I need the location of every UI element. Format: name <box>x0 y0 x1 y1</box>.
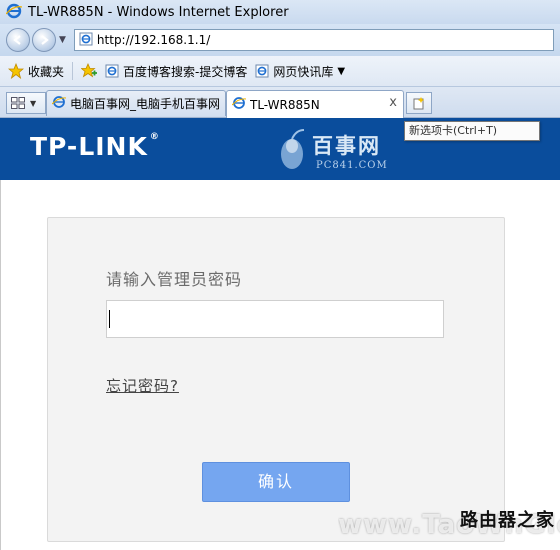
tplink-logo: TP-LINK ® <box>30 132 160 161</box>
quick-tabs-grid-icon <box>11 97 25 109</box>
favorites-bar: 收藏夹 百度博客搜索-提交博客 网页快讯库 ▼ <box>0 56 560 87</box>
pc841-watermark: 百事网 PC841.COM <box>272 126 387 177</box>
forward-button[interactable] <box>32 28 56 52</box>
quick-tabs-button[interactable]: ▼ <box>6 92 46 114</box>
logo-text: TP-LINK <box>30 132 148 161</box>
favorites-label: 收藏夹 <box>28 64 65 79</box>
tab-list-dropdown-icon[interactable]: ▼ <box>30 99 36 108</box>
page-content: 请输入管理员密码 忘记密码? 确认 <box>0 180 560 550</box>
watermark-en: PC841.COM <box>316 160 388 171</box>
favorite-link-label: 百度博客搜索-提交博客 <box>123 64 248 79</box>
back-button[interactable] <box>6 28 30 52</box>
address-toolbar: ▼ <box>0 24 560 56</box>
address-field[interactable] <box>73 29 554 51</box>
window-titlebar: TL-WR885N - Windows Internet Explorer <box>0 0 560 24</box>
forgot-password-link[interactable]: 忘记密码? <box>106 375 179 396</box>
back-arrow-icon <box>13 35 21 45</box>
mouse-mascot-icon <box>281 129 305 169</box>
password-field[interactable] <box>106 300 459 338</box>
login-panel: 请输入管理员密码 忘记密码? 确认 <box>47 217 505 542</box>
url-input[interactable] <box>96 33 497 47</box>
favorite-link-baidu-blog[interactable]: 百度博客搜索-提交博客 <box>105 63 247 80</box>
tab-label: TL-WR885N <box>250 97 320 112</box>
ie-page-icon <box>51 95 67 112</box>
tab-label: 电脑百事网_电脑手机百事网 <box>70 97 221 111</box>
web-slice-icon <box>255 64 269 78</box>
password-prompt: 请输入管理员密码 <box>106 270 243 289</box>
page-icon <box>79 32 93 49</box>
favorites-divider <box>72 62 74 80</box>
add-favorite-button[interactable] <box>81 63 98 79</box>
chevron-down-icon: ▼ <box>337 65 346 77</box>
watermark-site-name: 路由器之家 <box>460 510 555 528</box>
favorites-button[interactable]: 收藏夹 <box>8 63 64 80</box>
tab-tl-wr885n[interactable]: TL-WR885N x <box>226 90 404 118</box>
favorite-link-label: 网页快讯库 <box>273 64 334 79</box>
new-tab-tooltip: 新选项卡(Ctrl+T) <box>404 121 540 141</box>
ie-page-icon <box>105 64 119 78</box>
logo-registered-mark: ® <box>149 132 160 142</box>
watermark-cn: 百事网 <box>312 134 381 158</box>
tab-bar: ▼ 电脑百事网_电脑手机百事网 TL-WR885N x <box>0 87 560 118</box>
favorites-star-icon <box>8 63 24 79</box>
tab-pc841[interactable]: 电脑百事网_电脑手机百事网 <box>46 90 226 116</box>
password-input[interactable] <box>107 301 459 337</box>
ie-logo-icon <box>5 3 23 22</box>
text-cursor <box>109 310 110 328</box>
new-tab-button[interactable] <box>406 92 432 114</box>
forward-arrow-icon <box>41 35 49 45</box>
ie-page-icon <box>231 96 247 113</box>
window-title: TL-WR885N - Windows Internet Explorer <box>28 4 289 20</box>
favorite-link-web-slice[interactable]: 网页快讯库 ▼ <box>255 63 345 80</box>
history-dropdown-icon[interactable]: ▼ <box>59 35 66 45</box>
confirm-button[interactable]: 确认 <box>202 462 350 502</box>
new-tab-icon <box>413 97 424 110</box>
close-tab-icon[interactable]: x <box>389 95 397 110</box>
add-to-favorites-icon <box>81 63 98 78</box>
